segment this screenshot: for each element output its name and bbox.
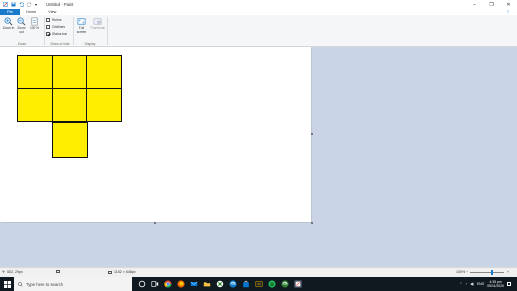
customize-quick-access-icon[interactable]: ▾ — [35, 2, 40, 7]
yellow-square[interactable] — [17, 88, 53, 122]
help-icon[interactable]: ? — [507, 9, 509, 14]
chrome-icon[interactable] — [164, 280, 172, 288]
game-app-icon[interactable] — [255, 280, 263, 288]
system-tray: ⌃ ◔ ◀) ENG 4:35 pm 05/11/2020 — [459, 277, 517, 291]
yellow-square[interactable] — [52, 88, 88, 122]
selection-size — [56, 270, 60, 273]
full-screen-button[interactable]: Full screen — [74, 17, 89, 34]
status-bar-checkbox[interactable] — [46, 32, 50, 36]
zoom-out-small-button[interactable]: − — [466, 270, 468, 274]
thumbnail-icon — [93, 18, 102, 25]
search-placeholder: Type here to search — [26, 281, 64, 287]
maximize-button[interactable]: ❐ — [483, 0, 500, 9]
store-icon[interactable] — [242, 280, 250, 288]
notification-icon[interactable] — [507, 282, 511, 286]
zoom-slider-thumb[interactable] — [491, 270, 493, 275]
zoom-level-text: 100% — [456, 270, 466, 274]
display-group-label: Display — [84, 42, 96, 46]
start-button[interactable] — [0, 277, 14, 291]
gridlines-checkbox[interactable] — [46, 25, 50, 29]
firefox-icon[interactable] — [177, 280, 185, 288]
title-bar: ▾ Untitled - Paint – ❐ ✕ — [0, 0, 517, 9]
language-indicator[interactable]: ENG — [477, 282, 484, 286]
undo-icon[interactable] — [19, 2, 24, 7]
display-group: Full screen Thumbnail Display — [73, 15, 107, 47]
xbox-icon[interactable] — [216, 280, 224, 288]
volume-icon[interactable]: ◀) — [470, 282, 474, 286]
full-screen-label: Full screen — [76, 26, 87, 34]
drawing-canvas[interactable] — [0, 47, 311, 222]
task-view-icon[interactable] — [151, 280, 159, 288]
network-icon[interactable]: ◔ — [465, 282, 467, 286]
close-button[interactable]: ✕ — [500, 0, 517, 9]
quick-access-toolbar: ▾ — [0, 0, 40, 9]
clock-date: 05/11/2020 — [487, 284, 504, 288]
cortana-icon[interactable] — [138, 280, 146, 288]
status-bar-checkbox-row[interactable]: Status bar — [46, 32, 67, 36]
zoom-slider[interactable] — [470, 270, 504, 275]
canvas-resize-handle-corner[interactable] — [311, 222, 313, 224]
canvas-size-text: 1152 × 648px — [114, 270, 136, 274]
canvas-resize-handle-right[interactable] — [311, 133, 313, 135]
edge-dev-icon[interactable] — [281, 280, 289, 288]
thumbnail-button[interactable]: Thumbnail — [89, 17, 106, 31]
spotify-icon[interactable] — [268, 280, 276, 288]
yellow-square[interactable] — [52, 122, 88, 158]
gridlines-checkbox-row[interactable]: Gridlines — [46, 25, 65, 29]
chevron-up-icon[interactable]: ⌃ — [459, 282, 462, 286]
cursor-icon: ✢ — [2, 270, 6, 274]
window-title: Untitled - Paint — [46, 2, 74, 7]
cursor-position: ✢ 502, 29px — [2, 270, 23, 274]
yellow-square[interactable] — [86, 88, 122, 122]
minimize-button[interactable]: – — [466, 0, 483, 9]
paint-taskbar-icon[interactable] — [294, 280, 302, 288]
workspace — [0, 47, 517, 267]
windows-start-icon — [3, 280, 11, 288]
canvas-size-icon — [108, 270, 112, 274]
window-controls: – ❐ ✕ — [466, 0, 517, 9]
yellow-square[interactable] — [86, 55, 122, 89]
rulers-checkbox[interactable] — [46, 18, 50, 22]
search-icon — [18, 281, 23, 287]
zoom-in-small-button[interactable]: + — [507, 270, 509, 274]
canvas-size: 1152 × 648px — [108, 270, 136, 274]
show-hide-group: Rulers Gridlines Status bar Show or hide — [0, 15, 74, 47]
taskbar-search[interactable]: Type here to search — [14, 277, 132, 291]
rulers-checkbox-row[interactable]: Rulers — [46, 18, 62, 22]
cursor-position-text: 502, 29px — [7, 270, 23, 274]
ribbon-view-panel: Zoom in Zoom out 100 % Zoom Rulers Gridl… — [0, 15, 517, 47]
taskbar: Type here to search ⌃ ◔ ◀) ENG 4:35 pm 0… — [0, 277, 517, 291]
redo-icon[interactable] — [27, 2, 32, 7]
file-explorer-icon[interactable] — [203, 280, 211, 288]
paint-app-icon — [3, 2, 8, 7]
show-hide-group-label: Show or hide — [50, 42, 70, 46]
zoom-level: 100% — [456, 270, 465, 274]
canvas-resize-handle-bottom[interactable] — [154, 222, 156, 224]
thumbnail-label: Thumbnail — [90, 26, 105, 30]
full-screen-icon — [77, 18, 86, 25]
rulers-label: Rulers — [52, 18, 62, 22]
edge-icon[interactable] — [229, 280, 237, 288]
save-icon[interactable] — [11, 2, 16, 7]
mail-icon[interactable] — [190, 280, 198, 288]
gridlines-label: Gridlines — [52, 25, 66, 29]
yellow-square[interactable] — [17, 55, 53, 89]
status-bar: ✢ 502, 29px 1152 × 648px 100% − + — [0, 267, 517, 277]
selection-icon — [56, 270, 60, 273]
pinned-apps — [138, 277, 302, 291]
yellow-square[interactable] — [52, 55, 88, 89]
ribbon-separator — [107, 17, 108, 45]
clock[interactable]: 4:35 pm 05/11/2020 — [487, 280, 504, 288]
status-bar-label: Status bar — [52, 32, 68, 36]
